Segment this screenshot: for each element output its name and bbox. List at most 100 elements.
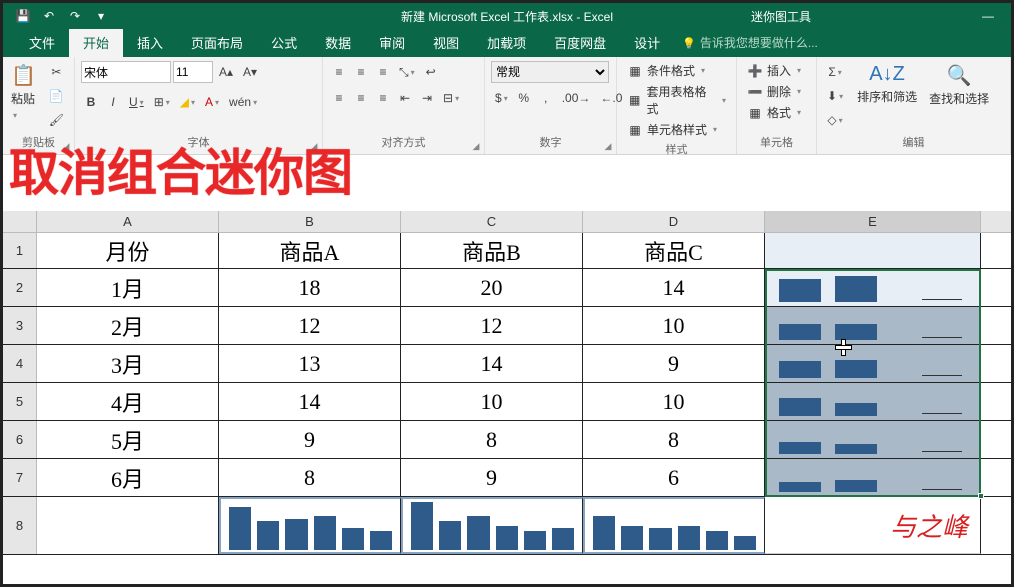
align-bottom-icon[interactable]: ≡ [373, 61, 393, 83]
dialog-launcher-icon[interactable]: ◢ [308, 140, 320, 152]
cell[interactable]: 6月 [37, 459, 219, 496]
cell[interactable]: 14 [583, 269, 765, 306]
delete-cells-button[interactable]: ➖删除 [743, 82, 805, 101]
tab-design[interactable]: 设计 [620, 28, 674, 57]
dialog-launcher-icon[interactable]: ◢ [470, 140, 482, 152]
cut-icon[interactable]: ✂ [45, 61, 68, 83]
cell[interactable]: 10 [401, 383, 583, 420]
italic-button[interactable]: I [103, 91, 123, 113]
row-header[interactable]: 4 [3, 345, 37, 382]
cell[interactable]: 12 [401, 307, 583, 344]
cell[interactable]: 10 [583, 383, 765, 420]
cell[interactable]: 20 [401, 269, 583, 306]
fill-color-button[interactable]: ◢ [176, 91, 199, 113]
cell[interactable]: 8 [583, 421, 765, 458]
save-icon[interactable]: 💾 [11, 6, 35, 26]
cell[interactable]: 3月 [37, 345, 219, 382]
insert-cells-button[interactable]: ➕插入 [743, 61, 805, 80]
align-middle-icon[interactable]: ≡ [351, 61, 371, 83]
align-center-icon[interactable]: ≡ [351, 87, 371, 109]
cell[interactable]: 14 [401, 345, 583, 382]
autosum-button[interactable]: Σ [823, 61, 847, 83]
cell[interactable]: 商品B [401, 233, 583, 268]
dialog-launcher-icon[interactable]: ◢ [602, 140, 614, 152]
cell[interactable]: 8 [401, 421, 583, 458]
currency-icon[interactable]: $ [491, 87, 512, 109]
col-header-A[interactable]: A [37, 211, 219, 232]
format-as-table-button[interactable]: ▦套用表格格式 [623, 82, 730, 118]
cell[interactable]: 9 [219, 421, 401, 458]
fill-handle[interactable] [978, 493, 984, 499]
select-all-corner[interactable] [3, 211, 37, 232]
format-cells-button[interactable]: ▦格式 [743, 103, 805, 122]
sparkline-cell[interactable] [765, 269, 981, 306]
increase-decimal-icon[interactable]: .00→ [558, 87, 595, 109]
sparkline-cell[interactable] [765, 421, 981, 458]
cell[interactable]: 18 [219, 269, 401, 306]
minimize-icon[interactable]: — [965, 3, 1011, 29]
tab-view[interactable]: 视图 [419, 28, 473, 57]
cell[interactable] [37, 497, 219, 554]
cell[interactable]: 商品C [583, 233, 765, 268]
redo-icon[interactable]: ↷ [63, 6, 87, 26]
decrease-font-icon[interactable]: A▾ [239, 61, 261, 83]
tab-file[interactable]: 文件 [15, 28, 69, 57]
col-header-E[interactable]: E [765, 211, 981, 232]
tab-data[interactable]: 数据 [311, 28, 365, 57]
merge-cells-icon[interactable]: ⊟ [439, 87, 463, 109]
col-header-D[interactable]: D [583, 211, 765, 232]
cell[interactable]: 2月 [37, 307, 219, 344]
cell[interactable]: 4月 [37, 383, 219, 420]
signature-cell[interactable]: 与之峰 [765, 497, 981, 554]
row-header[interactable]: 5 [3, 383, 37, 420]
sparkline-cell[interactable] [583, 497, 765, 554]
tab-page-layout[interactable]: 页面布局 [177, 28, 257, 57]
cell[interactable]: 9 [583, 345, 765, 382]
sort-filter-button[interactable]: A↓Z 排序和筛选 [855, 61, 919, 107]
align-left-icon[interactable]: ≡ [329, 87, 349, 109]
worksheet[interactable]: A B C D E 1 月份 商品A 商品B 商品C 2 1月 18 20 14… [3, 211, 1011, 584]
conditional-format-button[interactable]: ▦条件格式 [623, 61, 730, 80]
sparkline-cell[interactable] [219, 497, 401, 554]
bold-button[interactable]: B [81, 91, 101, 113]
row-header[interactable]: 2 [3, 269, 37, 306]
sparkline-cell[interactable] [401, 497, 583, 554]
fill-button[interactable]: ⬇ [823, 85, 847, 107]
undo-icon[interactable]: ↶ [37, 6, 61, 26]
cell[interactable]: 5月 [37, 421, 219, 458]
font-name-select[interactable] [81, 61, 171, 83]
cell[interactable]: 12 [219, 307, 401, 344]
cell[interactable]: 商品A [219, 233, 401, 268]
indent-decrease-icon[interactable]: ⇤ [395, 87, 415, 109]
cell[interactable]: 8 [219, 459, 401, 496]
tab-insert[interactable]: 插入 [123, 28, 177, 57]
cell[interactable]: 6 [583, 459, 765, 496]
tab-review[interactable]: 审阅 [365, 28, 419, 57]
tab-formulas[interactable]: 公式 [257, 28, 311, 57]
percent-icon[interactable]: % [514, 87, 534, 109]
increase-font-icon[interactable]: A▴ [215, 61, 237, 83]
font-color-button[interactable]: A [201, 91, 223, 113]
sparkline-cell[interactable] [765, 345, 981, 382]
qat-dropdown-icon[interactable]: ▾ [89, 6, 113, 26]
cell[interactable] [765, 233, 981, 268]
cell-styles-button[interactable]: ▦单元格样式 [623, 120, 730, 139]
wrap-text-icon[interactable]: ↩ [421, 61, 441, 83]
row-header[interactable]: 6 [3, 421, 37, 458]
comma-icon[interactable]: , [536, 87, 556, 109]
dialog-launcher-icon[interactable]: ◢ [60, 140, 72, 152]
paste-button[interactable]: 📋 粘贴 [9, 61, 39, 123]
cell[interactable]: 14 [219, 383, 401, 420]
row-header[interactable]: 7 [3, 459, 37, 496]
tab-baidu-netdisk[interactable]: 百度网盘 [540, 28, 620, 57]
tab-addins[interactable]: 加载项 [473, 28, 540, 57]
cell[interactable]: 10 [583, 307, 765, 344]
sparkline-cell[interactable] [765, 383, 981, 420]
font-size-select[interactable] [173, 61, 213, 83]
row-header[interactable]: 3 [3, 307, 37, 344]
format-painter-icon[interactable]: 🖌 [45, 109, 68, 131]
align-top-icon[interactable]: ≡ [329, 61, 349, 83]
tab-home[interactable]: 开始 [69, 28, 123, 57]
phonetic-button[interactable]: wén [225, 91, 261, 113]
orientation-icon[interactable]: ⤡ [395, 61, 419, 83]
